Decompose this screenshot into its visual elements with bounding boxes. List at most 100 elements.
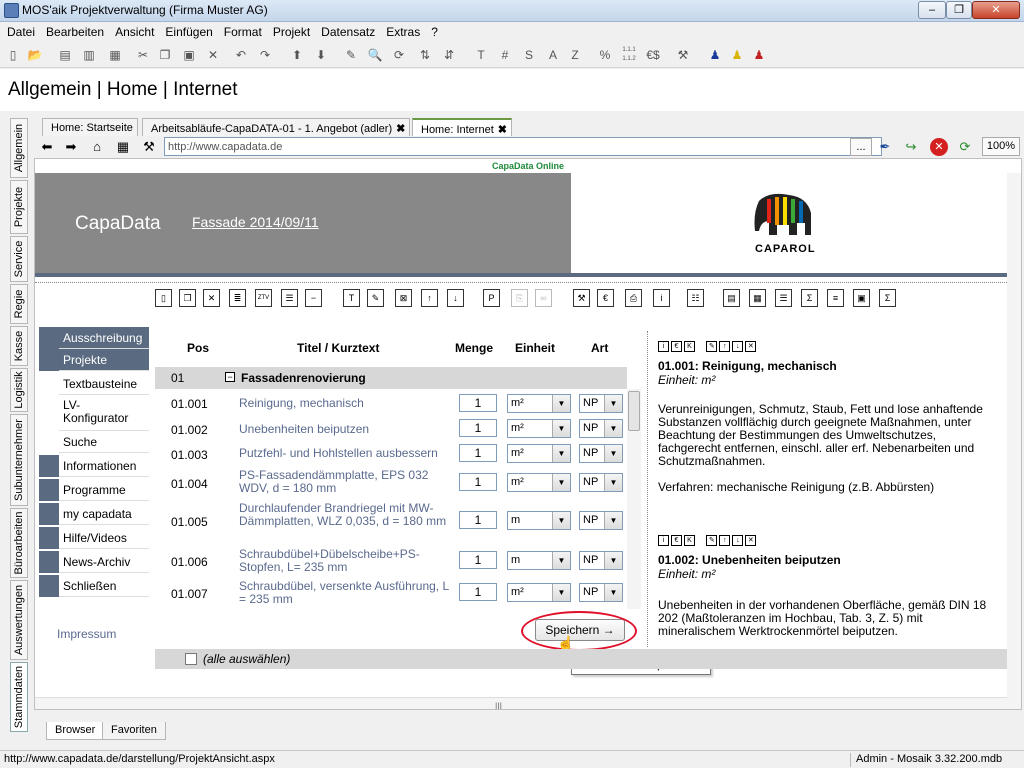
position-title[interactable]: Unebenheiten beiputzen	[239, 423, 449, 436]
format-t-icon[interactable]: T	[472, 46, 490, 64]
position-title[interactable]: Reinigung, mechanisch	[239, 397, 449, 410]
new-doc-icon[interactable]: ▯	[155, 289, 172, 307]
redo-icon[interactable]: ↷	[256, 46, 274, 64]
percent-icon[interactable]: %	[596, 46, 614, 64]
bag-icon[interactable]: ⚒	[573, 289, 590, 307]
user-blue-icon[interactable]: ♟	[706, 46, 724, 64]
menu-item-schliessen[interactable]: Schließen	[39, 575, 151, 597]
unit-select[interactable]: m² ▼	[507, 419, 571, 438]
select-all-checkbox[interactable]	[185, 653, 197, 665]
k-icon[interactable]: K	[684, 535, 695, 546]
quantity-input[interactable]: 1	[459, 511, 497, 529]
menu-extras[interactable]: Extras	[379, 22, 424, 39]
menu-ansicht[interactable]: Ansicht	[108, 22, 158, 39]
vtab-service[interactable]: Service	[10, 236, 28, 282]
table-row[interactable]: 01.007 Schraubdübel, versenkte Ausführun…	[155, 577, 627, 609]
text-icon[interactable]: T	[343, 289, 360, 307]
table-row[interactable]: 01.005 Durchlaufender Brandriegel mit MW…	[155, 499, 627, 543]
url-input[interactable]: http://www.capadata.de	[164, 137, 882, 156]
numbering-icon[interactable]: 1.1.1 1.1.2	[620, 46, 638, 64]
table-icon[interactable]: ▦	[749, 289, 766, 307]
position-title[interactable]: PS-Fassadendämmplatte, EPS 032 WDV, d = …	[239, 469, 449, 495]
impressum-link[interactable]: Impressum	[57, 627, 116, 641]
clipboard-icon[interactable]: ▦	[106, 46, 124, 64]
euro-icon[interactable]: €	[671, 341, 682, 352]
unit-select[interactable]: m ▼	[507, 551, 571, 570]
menu-item-hilfe-videos[interactable]: Hilfe/Videos	[39, 527, 151, 549]
art-select[interactable]: NP ▼	[579, 551, 623, 570]
unit-select[interactable]: m² ▼	[507, 394, 571, 413]
vtab-stammdaten[interactable]: Stammdaten	[10, 662, 28, 732]
table-row[interactable]: 01.002 Unebenheiten beiputzen 1 m² ▼ NP ▼	[155, 415, 627, 441]
tab-home-internet[interactable]: Home: Internet ✖	[412, 118, 512, 136]
quantity-input[interactable]: 1	[459, 473, 497, 491]
unit-select[interactable]: m² ▼	[507, 444, 571, 463]
refresh-icon[interactable]: ⟳	[956, 138, 974, 156]
quantity-input[interactable]: 1	[459, 444, 497, 462]
maximize-button[interactable]: ❐	[946, 1, 972, 19]
vtab-logistik[interactable]: Logistik	[10, 368, 28, 412]
remove-icon[interactable]: ✕	[745, 341, 757, 352]
stamp-icon[interactable]: ⎙	[625, 289, 642, 307]
tools-icon[interactable]: ⚒	[140, 138, 158, 156]
cut-icon[interactable]: ✂	[134, 46, 152, 64]
bookmark-icon[interactable]: ✒	[876, 138, 894, 156]
new-icon[interactable]: ▯	[4, 46, 22, 64]
pencil-icon[interactable]: ✎	[367, 289, 384, 307]
tab-favoriten[interactable]: Favoriten	[102, 722, 166, 740]
copy-doc-icon[interactable]: ❐	[179, 289, 196, 307]
table-row[interactable]: 01.003 Putzfehl- und Hohlstellen ausbess…	[155, 441, 627, 465]
position-title[interactable]: Putzfehl- und Hohlstellen ausbessern	[239, 447, 449, 460]
quantity-input[interactable]: 1	[459, 419, 497, 437]
menu-item-lv-konfigurator[interactable]: LV-Konfigurator	[39, 395, 151, 431]
up-arrow-icon[interactable]: ↑	[719, 535, 731, 546]
art-select[interactable]: NP ▼	[579, 511, 623, 530]
more-button[interactable]: ...	[850, 138, 872, 156]
unit-select[interactable]: m² ▼	[507, 473, 571, 492]
vtab-bueroarbeiten[interactable]: Büroarbeiten	[10, 508, 28, 578]
project-link[interactable]: Fassade 2014/09/11	[192, 214, 319, 230]
tab-browser[interactable]: Browser	[46, 722, 105, 740]
stack-icon[interactable]: ≡	[827, 289, 844, 307]
menu-projekt[interactable]: Projekt	[266, 22, 314, 39]
menu-item-ausschreibung[interactable]: Ausschreibung	[39, 327, 151, 349]
horizontal-scrollbar[interactable]: |||	[35, 697, 1007, 709]
menu-bearbeiten[interactable]: Bearbeiten	[39, 22, 108, 39]
tools-icon[interactable]: ⚒	[674, 46, 692, 64]
zoom-level[interactable]: 100%	[982, 137, 1020, 156]
k-icon[interactable]: K	[684, 341, 695, 352]
list-icon[interactable]: ≣	[229, 289, 246, 307]
forward-arrow-icon[interactable]: ➡	[62, 138, 80, 156]
menu-item-programme[interactable]: Programme	[39, 479, 151, 501]
back-arrow-icon[interactable]: ⬅	[38, 138, 56, 156]
delete-icon[interactable]: ✕	[204, 46, 222, 64]
stop-icon[interactable]: ✕	[930, 138, 948, 156]
tab-home-startseite[interactable]: Home: Startseite	[42, 118, 138, 136]
menu-item-news-archiv[interactable]: News-Archiv	[39, 551, 151, 573]
info-icon[interactable]: i	[658, 341, 669, 352]
remove-icon[interactable]: ✕	[745, 535, 757, 546]
print-preview-icon[interactable]: ▥	[80, 46, 98, 64]
menu-item-textbausteine[interactable]: Textbausteine	[39, 373, 151, 395]
paste-icon[interactable]: ▣	[180, 46, 198, 64]
format-a-icon[interactable]: A	[544, 46, 562, 64]
print-icon[interactable]: ▤	[56, 46, 74, 64]
user-yellow-icon[interactable]: ♟	[728, 46, 746, 64]
scroll-thumb[interactable]	[628, 391, 640, 431]
quantity-input[interactable]: 1	[459, 551, 497, 569]
sort-desc-icon[interactable]: ⇵	[440, 46, 458, 64]
down-arrow-icon[interactable]: ↓	[447, 289, 464, 307]
go-icon[interactable]: ↪	[902, 138, 920, 156]
menu-item-suche[interactable]: Suche	[39, 431, 151, 453]
close-button[interactable]: ✕	[972, 1, 1020, 19]
copy-icon[interactable]: ❐	[156, 46, 174, 64]
remove-icon[interactable]: ⊠	[395, 289, 412, 307]
table-row[interactable]: 01.001 Reinigung, mechanisch 1 m² ▼ NP ▼	[155, 391, 627, 415]
minus-icon[interactable]: −	[305, 289, 322, 307]
menu-help[interactable]: ?	[424, 22, 442, 39]
menu-format[interactable]: Format	[217, 22, 266, 39]
vtab-kasse[interactable]: Kasse	[10, 326, 28, 366]
info-icon[interactable]: i	[653, 289, 670, 307]
tab-close-icon[interactable]: ✖	[396, 123, 405, 135]
art-select[interactable]: NP ▼	[579, 444, 623, 463]
